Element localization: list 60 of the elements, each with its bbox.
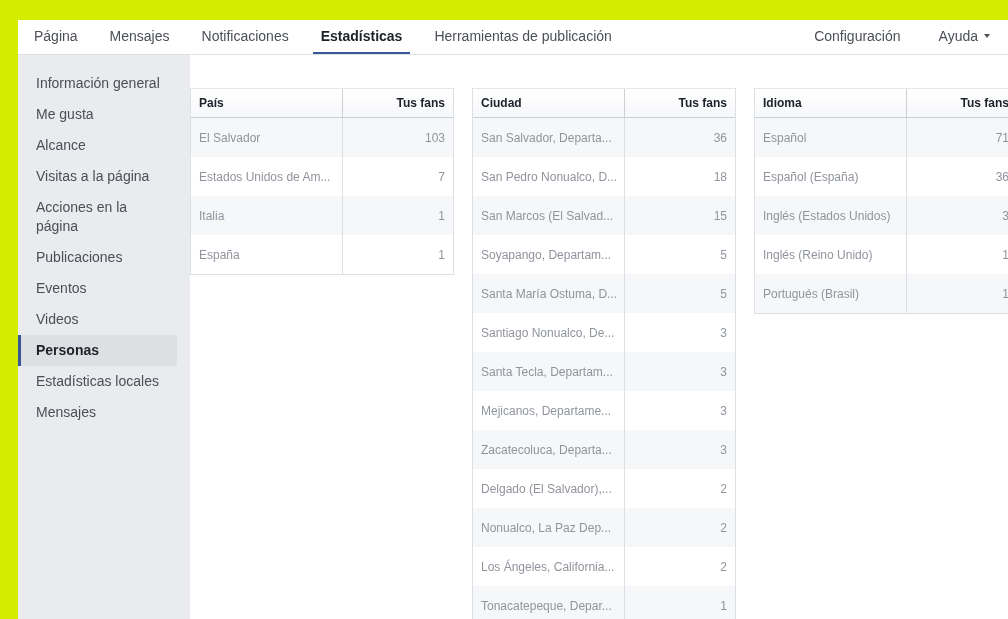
table-cell-text: 3 xyxy=(1001,207,1008,225)
table-cell-text: 36 xyxy=(994,168,1008,186)
table-cell-text: 3 xyxy=(719,324,728,342)
table-cell-text: 3 xyxy=(719,441,728,459)
table-cell: El Salvador xyxy=(191,118,343,157)
sidebar-item[interactable]: Acciones en la página xyxy=(18,192,177,242)
table-cell-text: 103 xyxy=(423,129,446,147)
table-cell: Portugués (Brasil) xyxy=(755,274,907,313)
table-cell-text: 5 xyxy=(719,285,728,303)
nav-tab[interactable]: Estadísticas xyxy=(312,20,411,54)
sidebar-item[interactable]: Personas xyxy=(18,335,177,366)
table-cell-text: 1 xyxy=(719,597,728,615)
nav-link[interactable]: Configuración xyxy=(806,20,909,54)
caret-icon xyxy=(984,34,990,38)
table-cell: San Marcos (El Salvad... xyxy=(473,196,625,235)
table-cell: Inglés (Estados Unidos) xyxy=(755,196,907,235)
table-cell-text: 1 xyxy=(437,207,446,225)
table-cell-text: 1 xyxy=(1001,285,1008,303)
table-cell-text: 3 xyxy=(719,402,728,420)
nav-tab[interactable]: Notificaciones xyxy=(193,20,297,54)
sidebar-item[interactable]: Visitas a la página xyxy=(18,161,177,192)
column-header: Tus fans xyxy=(677,95,728,112)
table-cell: Italia xyxy=(191,196,343,235)
sidebar-item[interactable]: Videos xyxy=(18,304,177,335)
table-cell-text: 18 xyxy=(712,168,728,186)
table-cell: Español xyxy=(755,118,907,157)
table-cell-text: 3 xyxy=(719,363,728,381)
table-cell: España xyxy=(191,235,343,274)
table-cell-text: 5 xyxy=(719,246,728,264)
table-cell-text: 2 xyxy=(719,519,728,537)
sidebar-item[interactable]: Publicaciones xyxy=(18,242,177,273)
table-cell-text: 71 xyxy=(994,129,1008,147)
table-cell-text: 36 xyxy=(712,129,728,147)
table-cell-text: 1 xyxy=(1001,246,1008,264)
table-cell-text: 7 xyxy=(437,168,446,186)
table-cell: Santa Tecla, Departam... xyxy=(473,352,625,391)
column-header: Idioma xyxy=(755,89,907,117)
table-cell: San Salvador, Departa... xyxy=(473,118,625,157)
column-header: Tus fans xyxy=(395,95,446,112)
sidebar-item[interactable]: Alcance xyxy=(18,130,177,161)
nav-tab[interactable]: Página xyxy=(26,20,86,54)
table-cell-text: 1 xyxy=(437,246,446,264)
table-cell: Zacatecoluca, Departa... xyxy=(473,430,625,469)
sidebar-item[interactable]: Me gusta xyxy=(18,99,177,130)
table-cell: Tonacatepeque, Depar... xyxy=(473,586,625,619)
nav-tab[interactable]: Herramientas de publicación xyxy=(426,20,620,54)
nav-link[interactable]: Ayuda xyxy=(930,20,998,54)
table-cell-text: 2 xyxy=(719,558,728,576)
sidebar-item[interactable]: Mensajes xyxy=(18,397,177,428)
table-cell: Santa María Ostuma, D... xyxy=(473,274,625,313)
sidebar-item[interactable]: Estadísticas locales xyxy=(18,366,177,397)
table-cell-text: 15 xyxy=(712,207,728,225)
column-header: Ciudad xyxy=(473,89,625,117)
column-header: Tus fans xyxy=(959,95,1008,112)
sidebar-item[interactable]: Eventos xyxy=(18,273,177,304)
table-cell: Nonualco, La Paz Dep... xyxy=(473,508,625,547)
column-header: País xyxy=(191,89,343,117)
nav-tab[interactable]: Mensajes xyxy=(101,20,178,54)
table-cell-text: 2 xyxy=(719,480,728,498)
sidebar-item[interactable]: Información general xyxy=(18,68,177,99)
